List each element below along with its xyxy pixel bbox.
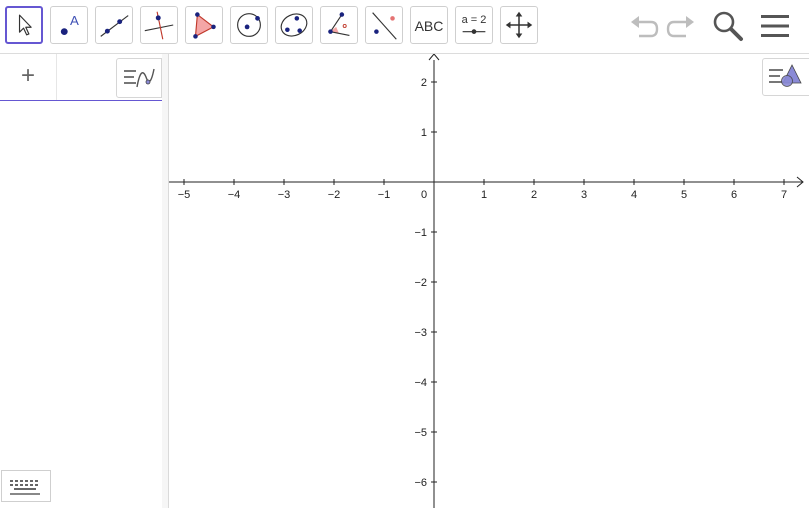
line-icon: [100, 15, 129, 37]
move-graphics-tool-button[interactable]: [500, 6, 538, 44]
toolbar: A ABC a = 2: [0, 0, 809, 54]
move-graphics-icon: [505, 11, 533, 39]
angle-icon: [328, 12, 350, 36]
undo-button[interactable]: [627, 9, 661, 43]
undo-icon: [631, 16, 659, 38]
point-tool-button[interactable]: A: [50, 6, 88, 44]
pointer-arrow-icon: [18, 14, 32, 36]
graphics-style-icon: [769, 64, 802, 87]
algebra-input-row[interactable]: +: [0, 54, 162, 101]
y-tick-label: −5: [414, 427, 427, 439]
conic-tool-button[interactable]: [275, 6, 313, 44]
text-icon: ABC: [414, 18, 444, 34]
move-tool-button[interactable]: [5, 6, 43, 44]
circle-center-point-icon: [237, 13, 261, 37]
x-tick-label: 7: [781, 189, 787, 201]
y-tick-label: 2: [421, 77, 427, 89]
main-menu-button[interactable]: [758, 9, 792, 43]
line-tool-button[interactable]: [95, 6, 133, 44]
x-tick-label: 6: [731, 189, 737, 201]
point-icon: A: [60, 13, 79, 36]
x-tick-label: 2: [531, 189, 537, 201]
slider-tool-button[interactable]: a = 2: [455, 6, 493, 44]
point-letter: A: [70, 13, 79, 28]
x-tick-label: 1: [481, 189, 487, 201]
reflect-line-icon: [372, 12, 397, 40]
reflect-tool-button[interactable]: [365, 6, 403, 44]
x-tick-label: 0: [421, 189, 427, 201]
search-icon: [713, 11, 743, 41]
text-tool-button[interactable]: ABC: [410, 6, 448, 44]
x-tick-label: −1: [378, 189, 391, 201]
redo-icon: [666, 16, 694, 38]
y-tick-label: −6: [414, 477, 427, 489]
y-tick-label: 1: [421, 127, 427, 139]
y-tick-label: −1: [414, 227, 427, 239]
circle-tool-button[interactable]: [230, 6, 268, 44]
graphics-view[interactable]: −5 −4 −3 −2 −1 0 1 2 3 4 5 6 7 2 1 −1 −2 −3 −4 −5 −6: [169, 53, 809, 508]
keyboard-button[interactable]: [1, 470, 51, 502]
perpendicular-tool-button[interactable]: [140, 6, 178, 44]
y-axis-arrow: [428, 53, 440, 61]
slider-icon: [462, 29, 486, 34]
ellipse-icon: [280, 13, 308, 37]
algebra-style-button[interactable]: [116, 58, 162, 98]
x-tick-label: −5: [178, 189, 191, 201]
coordinate-plane[interactable]: −5 −4 −3 −2 −1 0 1 2 3 4 5 6 7 2 1 −1 −2 −3 −4 −5 −6: [169, 53, 809, 508]
keyboard-icon: [10, 480, 40, 495]
x-tick-label: −3: [278, 189, 291, 201]
y-tick-label: −4: [414, 377, 427, 389]
y-tick-label: −2: [414, 277, 427, 289]
x-tick-label: −4: [228, 189, 241, 201]
x-tick-label: 3: [581, 189, 587, 201]
algebra-style-icon: [124, 68, 155, 88]
angle-tool-button[interactable]: [320, 6, 358, 44]
x-tick-label: −2: [328, 189, 341, 201]
x-tick-label: 5: [681, 189, 687, 201]
panel-splitter[interactable]: [162, 54, 169, 508]
graphics-style-button[interactable]: [762, 58, 809, 96]
polygon-icon: [193, 12, 216, 39]
perpendicular-line-icon: [144, 11, 174, 40]
polygon-tool-button[interactable]: [185, 6, 223, 44]
x-tick-label: 4: [631, 189, 637, 201]
y-tick-label: −3: [414, 327, 427, 339]
algebra-view: +: [0, 54, 163, 508]
hamburger-menu-icon: [761, 15, 789, 37]
redo-button[interactable]: [664, 9, 698, 43]
search-button[interactable]: [711, 9, 745, 43]
add-item-button[interactable]: +: [0, 54, 57, 100]
